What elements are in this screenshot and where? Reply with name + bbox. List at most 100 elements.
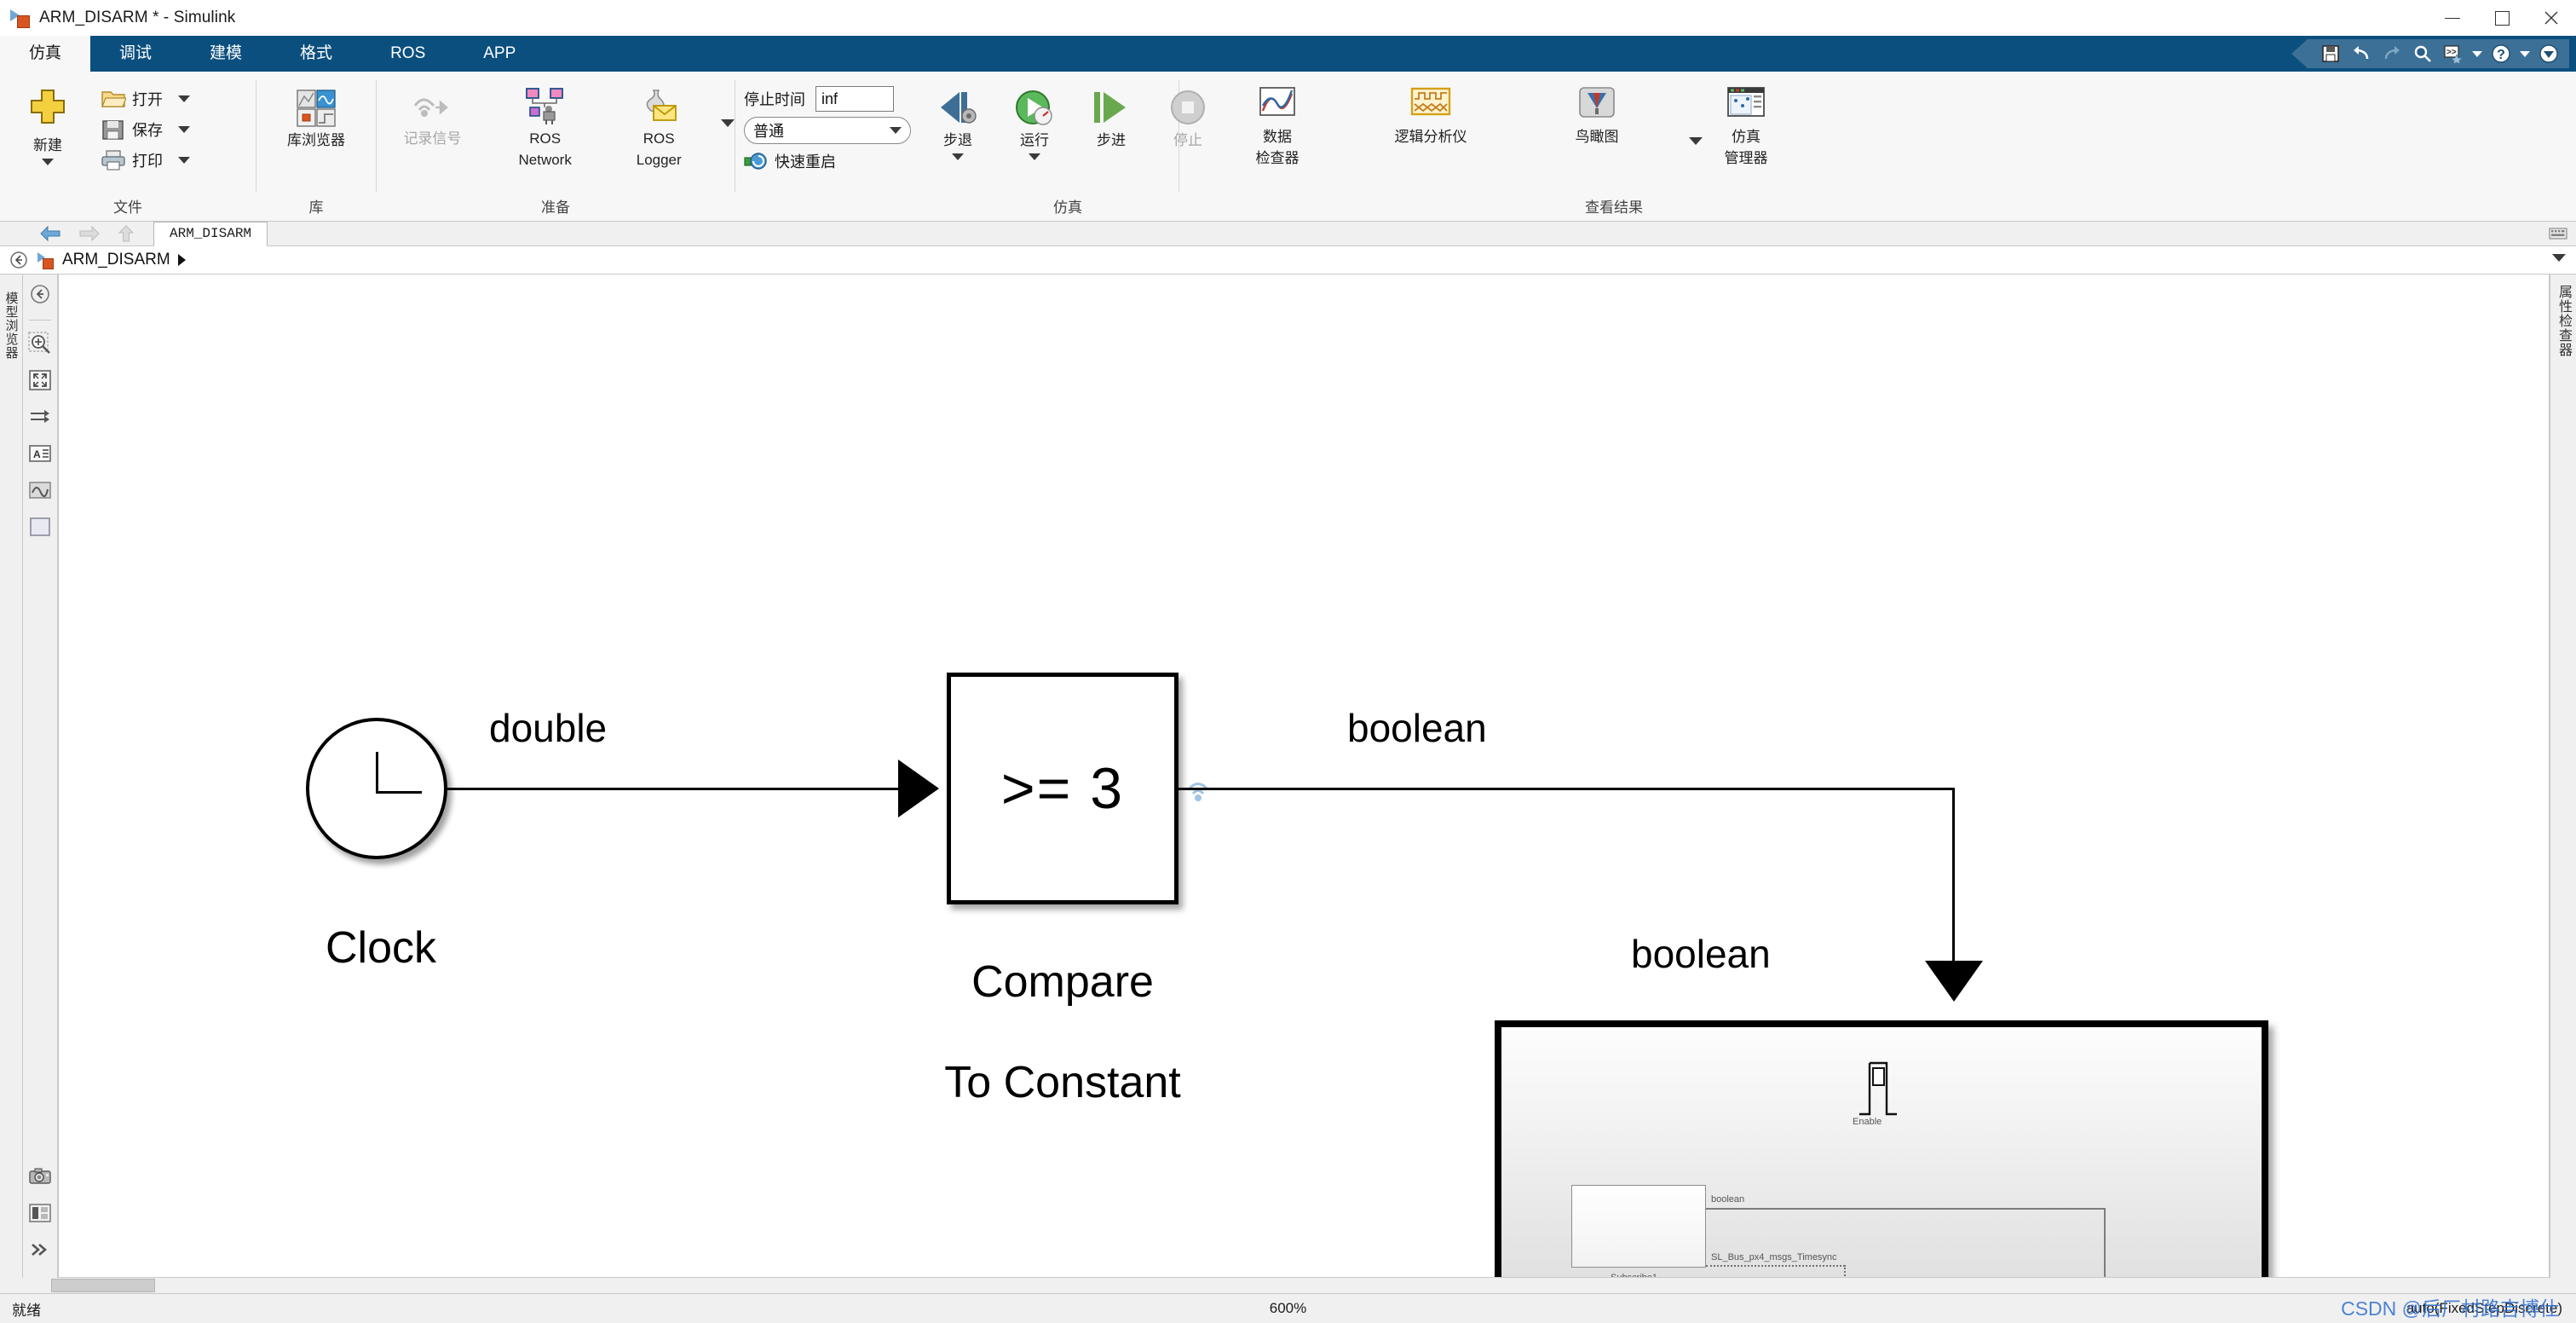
help-icon[interactable]: ? [2486,39,2516,68]
ribbon-group-simulation-title: 仿真 [1053,199,1082,216]
simulation-mode-select[interactable]: 普通 [744,117,911,144]
model-tab-arm-disarm[interactable]: ARM_DISARM [153,221,268,246]
save-disk-icon [101,118,126,141]
navigate-up-icon[interactable] [26,280,55,309]
close-button[interactable] [2527,0,2576,36]
customize-caret-icon[interactable] [2469,39,2486,68]
tab-simulation[interactable]: 仿真 [0,36,91,72]
expand-chevrons-icon[interactable] [26,1235,55,1264]
camera-snapshot-icon[interactable] [26,1162,55,1191]
new-caret-icon[interactable] [42,159,54,165]
svg-text:>>: >> [2446,48,2457,57]
breadcrumb-chevron-icon[interactable] [177,254,186,266]
step-back-button[interactable]: 步退 [919,84,996,164]
logic-analyzer-button[interactable]: 逻辑分析仪 [1341,82,1520,149]
compare-to-constant-block[interactable]: >= 3 [947,673,1179,904]
inner-bus-wire-v[interactable] [1844,1265,1846,1277]
stop-time-input[interactable] [815,86,894,112]
save-icon[interactable] [2315,39,2346,68]
print-button[interactable]: 打印 [95,145,195,176]
arm-subsystem-block[interactable]: Enable Subscribe1 boolean boolean SL_Bus… [1495,1020,2268,1277]
inner-bus-wire-h1[interactable] [1706,1265,1845,1267]
scrollbar-thumb[interactable] [51,1279,155,1292]
svg-text:A: A [33,448,41,460]
compare-block-label-line1: Compare [971,957,1154,1007]
breadcrumb-back-button[interactable] [0,251,37,269]
run-caret-icon[interactable] [1029,153,1040,160]
signal-routing-icon[interactable] [26,402,55,431]
ribbon-overflow-caret-icon[interactable] [1685,130,1707,152]
save-button[interactable]: 保存 [95,114,195,145]
zoom-level[interactable]: 600% [1270,1300,1306,1317]
undo-icon[interactable] [2346,39,2377,68]
data-inspector-button[interactable]: 数据 检查器 [1213,82,1341,170]
signal-label-boolean-in: boolean [1631,932,1771,976]
tab-format[interactable]: 格式 [271,36,361,72]
subsystem-icon[interactable] [26,512,55,541]
ros-network-button[interactable]: ROS Network [488,77,602,172]
keyboard-icon[interactable] [2547,222,2569,245]
inner-wire-boolean-v[interactable] [2104,1208,2106,1277]
wire-compare-to-arm-v[interactable] [1952,788,1955,979]
new-button[interactable]: 新建 [0,77,95,169]
solver-status[interactable]: auto(FixedStepDiscrete) [2406,1300,2562,1317]
birds-eye-scope-button[interactable]: 鸟瞰图 [1520,82,1674,149]
search-icon[interactable] [2407,39,2438,68]
up-arrow-icon[interactable] [118,224,135,243]
step-forward-button[interactable]: 步进 [1073,84,1150,153]
compare-block-label-line2: To Constant [944,1058,1181,1107]
inner-signal-label-boolean-1: boolean [1711,1194,1745,1205]
wire-compare-to-arm-h[interactable] [1179,788,1954,790]
prepare-overflow-caret-icon[interactable] [720,118,735,127]
tab-modeling[interactable]: 建模 [181,36,271,72]
help-caret-icon[interactable] [2516,39,2533,68]
block-diagram[interactable]: Clock double >= 3 Compare To Constant bo… [59,274,2549,1277]
open-button[interactable]: 打开 [95,84,195,114]
ros-network-label-2: Network [518,152,572,168]
customize-icon[interactable]: >> [2438,39,2469,68]
input-arrow-compare [898,760,939,817]
printer-icon [101,149,126,171]
zoom-in-icon[interactable] [26,329,55,358]
annotation-icon[interactable]: A [26,439,55,468]
horizontal-scrollbar[interactable] [0,1278,2576,1293]
minimize-button[interactable] [2428,0,2477,36]
redo-icon[interactable] [2377,39,2407,68]
library-browser-button[interactable]: 库浏览器 [278,77,354,153]
data-inspector-label-1: 数据 [1263,129,1292,145]
ribbon-group-results-title: 查看结果 [1585,199,1643,216]
simulink-window: ARM_DISARM * - Simulink 仿真 调试 建模 格式 ROS … [0,0,2576,1323]
tab-ros[interactable]: ROS [361,36,454,72]
save-caret-icon[interactable] [178,126,190,133]
fast-restart-button[interactable]: 快速重启 [744,150,911,172]
breadcrumb-label[interactable]: ARM_DISARM [62,251,170,269]
print-caret-icon[interactable] [178,157,190,164]
model-canvas[interactable]: Clock double >= 3 Compare To Constant bo… [58,274,2550,1278]
log-signals-button[interactable]: 记录信号 [377,77,488,151]
simulation-manager-button[interactable]: 仿真 管理器 [1674,82,1818,170]
ros-logger-button[interactable]: ROS Logger [602,77,716,172]
new-button-label: 新建 [33,137,62,153]
data-inspector-label-2: 检查器 [1255,150,1300,166]
inner-wire-boolean-h[interactable] [1706,1208,2105,1210]
scope-icon[interactable] [26,476,55,505]
fit-to-view-icon[interactable] [26,366,55,395]
breadcrumb-caret-icon[interactable] [2552,254,2566,262]
subscribe1-block[interactable] [1571,1185,1706,1268]
run-button[interactable]: 运行 [996,84,1073,164]
forward-arrow-icon[interactable] [78,225,101,242]
back-arrow-icon[interactable] [39,225,61,242]
tab-app[interactable]: APP [454,36,545,72]
minimize-ribbon-icon[interactable] [2533,39,2564,68]
print-button-label: 打印 [132,153,163,170]
step-back-caret-icon[interactable] [952,153,964,160]
maximize-button[interactable] [2477,0,2527,36]
property-inspector-panel[interactable]: 属性检查器 [2550,274,2576,1278]
clock-block[interactable] [306,718,447,859]
save-button-label: 保存 [132,122,163,139]
tab-debug[interactable]: 调试 [90,36,181,72]
wire-clock-to-compare[interactable] [447,788,912,790]
open-caret-icon[interactable] [178,95,190,102]
model-browser-panel[interactable]: 模型浏览器 [0,274,23,1278]
legend-icon[interactable] [26,1199,55,1228]
